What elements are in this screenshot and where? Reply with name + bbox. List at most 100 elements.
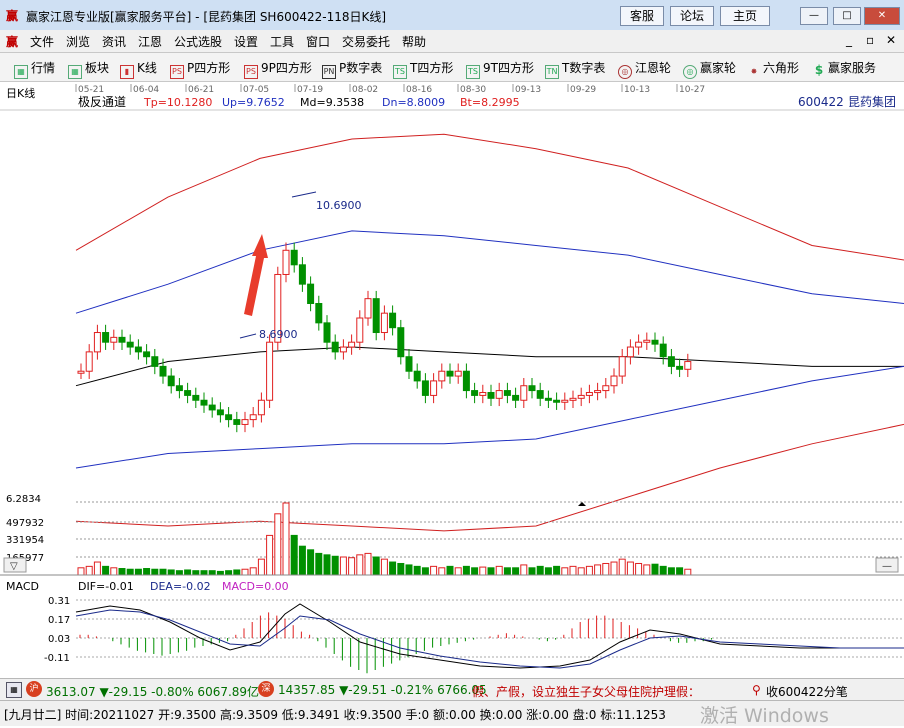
candle: [462, 370, 470, 392]
toolbar-kline[interactable]: ▮ K线: [120, 59, 157, 79]
menu-settings[interactable]: 设置: [234, 33, 258, 50]
toolbar-gann-wheel[interactable]: ◎ 江恩轮: [618, 59, 671, 79]
indicator-param: Md=9.3538: [300, 96, 364, 109]
toolbar-winner-wheel-label: 赢家轮: [700, 61, 737, 75]
volume-bar: [626, 561, 634, 576]
volume-bar: [610, 561, 618, 576]
volume-bar: [143, 568, 151, 576]
menu-gann[interactable]: 江恩: [138, 33, 162, 50]
menu-help[interactable]: 帮助: [402, 33, 426, 50]
candle: [585, 392, 593, 396]
macd-title: MACD: [6, 580, 39, 593]
menu-tools[interactable]: 工具: [270, 33, 294, 50]
antenna-icon: ⚲: [752, 683, 761, 697]
volume-tick: 497932: [6, 518, 44, 529]
marker-triangle: [578, 502, 586, 506]
indicator-param: Dn=8.8009: [382, 96, 445, 109]
toolbar-p-square-label: P四方形: [187, 61, 231, 75]
candle: [192, 394, 200, 401]
toolbar-t-table[interactable]: TN T数字表: [545, 59, 605, 79]
forum-button[interactable]: 论坛: [670, 6, 714, 26]
ps-icon: PS: [170, 65, 184, 79]
service-button[interactable]: 客服: [620, 6, 664, 26]
volume-bar: [85, 565, 93, 576]
candle: [421, 380, 429, 396]
menu-info[interactable]: 资讯: [102, 33, 126, 50]
sz-index-text[interactable]: 14357.85 ▼-29.51 -0.21% 6766.05: [278, 683, 487, 697]
chart-area[interactable]: 日K线 05-21 06-04 06-21 07-05 07-19 08-02 08-16 0…: [0, 82, 904, 678]
volume-bar: [159, 568, 167, 576]
toolbar-p-square[interactable]: PS P四方形: [170, 59, 230, 79]
indicator-param: Tp=10.1280: [143, 96, 212, 109]
candle: [356, 317, 364, 343]
candle: [667, 356, 675, 367]
toolbar-9p-square[interactable]: PS 9P四方形: [244, 59, 312, 79]
toolbar-winner-service[interactable]: $ 赢家服务: [813, 59, 876, 76]
mdi-minimize-button[interactable]: _: [846, 33, 852, 47]
toolbar-t-table-label: T数字表: [562, 61, 606, 75]
candle: [151, 356, 159, 367]
candle: [241, 419, 249, 425]
macd-dea: DEA=-0.02: [150, 580, 211, 593]
candle: [167, 375, 175, 387]
toolbar-p-table[interactable]: PN P数字表: [322, 59, 382, 79]
candle: [512, 394, 520, 401]
volume-bar: [339, 556, 347, 576]
news-ticker[interactable]: 假、产假，设立独生子女父母住院护理假：: [472, 683, 744, 700]
mdi-close-button[interactable]: ✕: [886, 33, 896, 47]
candle: [471, 390, 479, 396]
mdi-restore-button[interactable]: ▫: [866, 33, 874, 47]
keyboard-icon[interactable]: ▦: [6, 682, 22, 698]
candle: [184, 390, 192, 396]
toolbar-9t-square[interactable]: TS 9T四方形: [466, 59, 534, 79]
menu-formula[interactable]: 公式选股: [174, 33, 222, 50]
candle: [503, 390, 511, 396]
hexagon-icon: ✸: [750, 67, 758, 76]
minimize-button[interactable]: —: [800, 7, 828, 25]
candle: [438, 370, 446, 382]
high-label: 10.6900: [316, 199, 362, 212]
volume-bar: [225, 570, 233, 576]
menu-window[interactable]: 窗口: [306, 33, 330, 50]
volume-bar: [257, 558, 265, 576]
volume-tick: 331954: [6, 535, 44, 546]
candle: [536, 390, 544, 399]
candle: [307, 283, 315, 304]
candle: [602, 385, 610, 392]
candle: [323, 322, 331, 343]
candle: [569, 397, 577, 401]
volume-bar: [454, 567, 462, 576]
toolbar-quotes[interactable]: ▦ 行情: [14, 59, 55, 79]
toolbar-winner-wheel[interactable]: ◎ 赢家轮: [683, 59, 736, 79]
candle: [372, 298, 380, 334]
volume-bar: [462, 565, 470, 576]
date-tick: 10-13: [624, 85, 650, 95]
candle: [397, 327, 405, 358]
candle: [77, 370, 85, 374]
toolbar-sectors-label: 板块: [85, 61, 110, 75]
scroll-down-icon: ▽: [10, 561, 18, 572]
home-button[interactable]: 主页: [720, 6, 770, 26]
kline-chart[interactable]: 日K线 05-21 06-04 06-21 07-05 07-19 08-02 08-16 0…: [0, 82, 904, 678]
toolbar-t-square[interactable]: TS T四方形: [393, 59, 453, 79]
menu-file[interactable]: 文件: [30, 33, 54, 50]
toolbar-hexagon[interactable]: ✸ 六角形: [748, 59, 799, 78]
menu-browse[interactable]: 浏览: [66, 33, 90, 50]
volume-bar: [348, 557, 356, 576]
volume-bar: [585, 565, 593, 576]
menu-trade[interactable]: 交易委托: [342, 33, 390, 50]
volume-bar: [651, 563, 659, 576]
macd-tick: 0.17: [48, 615, 70, 626]
volume-bar: [323, 554, 331, 576]
window-titlebar: 赢 赢家江恩专业版[赢家服务平台] - [昆药集团 SH600422-118日K…: [0, 0, 904, 31]
volume-bar: [298, 545, 306, 576]
volume-bar: [659, 565, 667, 576]
toolbar-t-square-label: T四方形: [410, 61, 454, 75]
volume-bar: [167, 569, 175, 576]
volume-bar: [331, 555, 339, 576]
close-button[interactable]: ✕: [864, 7, 900, 25]
toolbar-sectors[interactable]: ▦ 板块: [68, 59, 109, 79]
sh-index-text[interactable]: 3613.07 ▼-29.15 -0.80% 6067.89亿: [46, 683, 259, 700]
collect-status: 收600422分笔: [766, 685, 848, 699]
maximize-button[interactable]: □: [833, 7, 861, 25]
